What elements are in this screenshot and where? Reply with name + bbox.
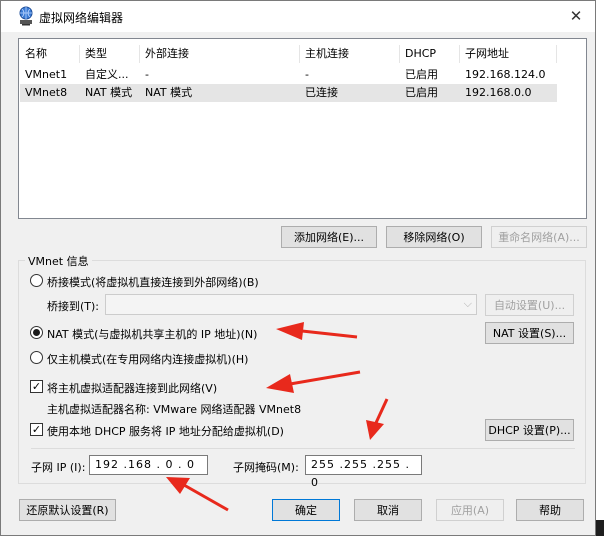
column-header-type[interactable]: 类型 xyxy=(80,45,140,63)
remove-network-button[interactable]: 移除网络(O) xyxy=(386,226,482,248)
table-row[interactable]: VMnet1 自定义... - - 已启用 192.168.124.0 xyxy=(20,66,557,84)
background-desktop xyxy=(596,0,604,536)
network-table: 名称 类型 外部连接 主机连接 DHCP 子网地址 VMnet1 自定义... … xyxy=(18,38,587,219)
window-title: 虚拟网络编辑器 xyxy=(39,11,124,25)
nat-mode-radio[interactable] xyxy=(30,326,43,339)
cell-dhcp: 已启用 xyxy=(405,86,438,99)
cell-host: - xyxy=(305,68,309,81)
column-header-dhcp[interactable]: DHCP xyxy=(400,45,460,63)
column-header-subnet[interactable]: 子网地址 xyxy=(460,45,557,63)
table-row[interactable]: VMnet8 NAT 模式 NAT 模式 已连接 已启用 192.168.0.0 xyxy=(20,84,557,102)
apply-button[interactable]: 应用(A) xyxy=(436,499,504,521)
bridged-mode-radio[interactable] xyxy=(30,274,43,287)
help-button[interactable]: 帮助 xyxy=(516,499,584,521)
cell-name: VMnet1 xyxy=(25,68,68,81)
dhcp-settings-button[interactable]: DHCP 设置(P)... xyxy=(485,419,574,441)
title-bar: 虚拟网络编辑器 ✕ xyxy=(1,1,595,32)
host-only-radio[interactable] xyxy=(30,351,43,364)
rename-network-button[interactable]: 重命名网络(A)... xyxy=(491,226,587,248)
cell-subnet: 192.168.0.0 xyxy=(465,86,532,99)
virtual-network-editor-window: 虚拟网络编辑器 ✕ 名称 类型 外部连接 主机连接 DHCP 子网地址 VMne… xyxy=(0,0,596,536)
table-header: 名称 类型 外部连接 主机连接 DHCP 子网地址 xyxy=(20,45,557,63)
restore-defaults-button[interactable]: 还原默认设置(R) xyxy=(19,499,116,521)
ok-button[interactable]: 确定 xyxy=(272,499,340,521)
network-globe-icon xyxy=(19,6,33,26)
cell-external: NAT 模式 xyxy=(145,86,193,99)
subnet-mask-input[interactable]: 255 .255 .255 . 0 xyxy=(305,455,422,489)
column-header-external[interactable]: 外部连接 xyxy=(140,45,300,63)
vmnet-info-title: VMnet 信息 xyxy=(25,253,92,269)
subnet-ip-input[interactable]: 192 .168 . 0 . 0 xyxy=(89,455,208,475)
host-only-label[interactable]: 仅主机模式(在专用网络内连接虚拟机)(H) xyxy=(47,351,248,367)
cell-host: 已连接 xyxy=(305,86,338,99)
connect-adapter-checkbox[interactable]: ✓ xyxy=(30,380,43,393)
cell-subnet: 192.168.124.0 xyxy=(465,68,546,81)
cell-dhcp: 已启用 xyxy=(405,68,438,81)
close-icon[interactable]: ✕ xyxy=(565,6,587,26)
cancel-button[interactable]: 取消 xyxy=(354,499,422,521)
nat-mode-label[interactable]: NAT 模式(与虚拟机共享主机的 IP 地址)(N) xyxy=(47,326,257,342)
cell-name: VMnet8 xyxy=(25,86,68,99)
chevron-down-icon: ⌵ xyxy=(463,297,472,310)
bridged-mode-label[interactable]: 桥接模式(将虚拟机直接连接到外部网络)(B) xyxy=(47,274,259,290)
column-header-name[interactable]: 名称 xyxy=(20,45,80,63)
bridge-to-label: 桥接到(T): xyxy=(47,300,100,313)
nat-settings-button[interactable]: NAT 设置(S)... xyxy=(485,322,574,344)
dhcp-label[interactable]: 使用本地 DHCP 服务将 IP 地址分配给虚拟机(D) xyxy=(47,423,284,439)
bridge-to-select[interactable]: ⌵ xyxy=(105,294,477,315)
add-network-button[interactable]: 添加网络(E)... xyxy=(281,226,377,248)
auto-settings-button[interactable]: 自动设置(U)... xyxy=(485,294,574,316)
column-header-host[interactable]: 主机连接 xyxy=(300,45,400,63)
connect-adapter-label[interactable]: 将主机虚拟适配器连接到此网络(V) xyxy=(47,380,217,396)
subnet-ip-label: 子网 IP (I): xyxy=(31,461,86,474)
adapter-name-text: 主机虚拟适配器名称: VMware 网络适配器 VMnet8 xyxy=(47,403,302,416)
divider xyxy=(31,448,575,449)
cell-type: NAT 模式 xyxy=(85,86,133,99)
dhcp-checkbox[interactable]: ✓ xyxy=(30,423,43,436)
cell-external: - xyxy=(145,68,149,81)
subnet-mask-label: 子网掩码(M): xyxy=(233,461,299,474)
cell-type: 自定义... xyxy=(85,68,129,81)
